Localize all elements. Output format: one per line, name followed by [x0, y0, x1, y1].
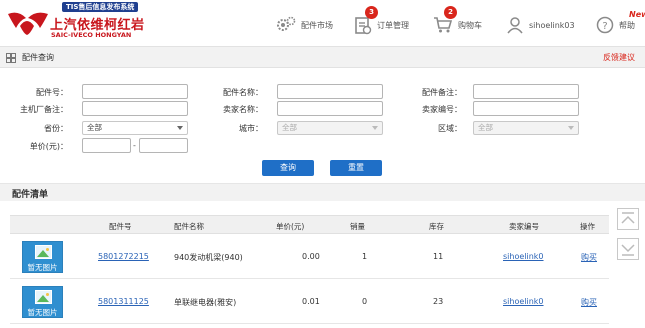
help-icon: ? [596, 16, 614, 34]
scroll-bottom-button[interactable] [617, 238, 639, 260]
price-cell: 0.00 [302, 252, 320, 261]
column-header-stock: 库存 [429, 222, 444, 231]
system-badge: TIS售后信息发布系统 [62, 2, 139, 12]
brand-name-en: SAIC-IVECO HONGYAN [51, 31, 132, 39]
nav-parts-market-label: 配件市场 [301, 20, 333, 30]
page-toolbar: 配件查询 反馈建议 [0, 46, 645, 68]
table-row: 暂无图片 5801272215 940发动机梁(940) 0.00 1 11 s… [10, 235, 609, 279]
area-label: 区域： [438, 124, 462, 133]
seller-no-link[interactable]: sihoelink0 [503, 297, 544, 306]
chevron-down-icon [621, 244, 635, 256]
stock-cell: 23 [433, 297, 444, 306]
part-no-link[interactable]: 5801311125 [98, 297, 149, 306]
price-min-input[interactable] [82, 138, 131, 153]
oem-note-input[interactable] [82, 101, 188, 116]
price-label: 单价(元)： [29, 142, 68, 151]
reset-button[interactable]: 重置 [330, 160, 382, 176]
seller-no-input[interactable] [473, 101, 579, 116]
part-no-input[interactable] [82, 84, 188, 99]
part-note-label: 配件备注： [422, 88, 462, 97]
part-name-label: 配件名称： [223, 88, 263, 97]
part-name-cell: 940发动机梁(940) [174, 253, 243, 262]
chevron-down-icon [372, 126, 378, 130]
province-label: 省份： [44, 124, 68, 133]
nav-user-account[interactable]: sihoelink03 [506, 14, 575, 36]
buy-link[interactable]: 购买 [581, 297, 597, 308]
page-title: 配件查询 [22, 53, 54, 62]
province-select[interactable]: 全部 [82, 121, 188, 135]
column-header-seller-no: 卖家编号 [509, 222, 539, 231]
chevron-up-icon [621, 212, 635, 224]
gears-icon [277, 16, 296, 31]
part-no-label: 配件号： [36, 88, 68, 97]
hongyan-logo-icon [8, 12, 48, 35]
no-image-label: 暂无图片 [27, 308, 58, 317]
no-image-thumbnail[interactable]: 暂无图片 [22, 241, 63, 273]
oem-note-label: 主机厂备注： [20, 105, 68, 114]
no-image-label: 暂无图片 [27, 263, 58, 272]
part-name-input[interactable] [277, 84, 383, 99]
chevron-down-icon [568, 126, 574, 130]
parts-list-header: 配件清单 [0, 183, 645, 201]
area-select[interactable]: 全部 [473, 121, 579, 135]
chevron-down-icon [177, 126, 183, 130]
cart-count-badge: 2 [444, 6, 457, 19]
search-button[interactable]: 查询 [262, 160, 314, 176]
sales-cell: 1 [362, 252, 368, 261]
nav-parts-market[interactable]: 配件市场 [276, 14, 333, 36]
table-header: 配件号 配件名称 单价(元) 销量 库存 卖家编号 操作 [10, 215, 609, 234]
province-select-value: 全部 [87, 123, 102, 132]
price-max-input[interactable] [139, 138, 188, 153]
brand-logo[interactable]: TIS售后信息发布系统 上汽依维柯红岩 SAIC-IVECO HONGYAN [6, 2, 176, 42]
part-name-cell: 单联继电器(雅安) [174, 298, 237, 307]
nav-shopping-cart-label: 购物车 [458, 20, 482, 30]
column-header-action: 操作 [580, 222, 595, 231]
seller-name-input[interactable] [277, 101, 383, 116]
table-row: 暂无图片 5801311125 单联继电器(雅安) 0.01 0 23 siho… [10, 280, 609, 324]
image-placeholder-icon [35, 245, 52, 259]
price-cell: 0.01 [302, 297, 320, 306]
seller-no-label: 卖家编号： [422, 105, 462, 114]
nav-order-management[interactable]: 订单管理 [354, 14, 409, 36]
nav-order-management-label: 订单管理 [377, 20, 409, 30]
username-label: sihoelink03 [529, 20, 575, 30]
parts-list-title: 配件清单 [12, 190, 49, 200]
grid-icon [6, 53, 16, 63]
area-select-value: 全部 [478, 123, 493, 132]
part-note-input[interactable] [473, 84, 579, 99]
feedback-link[interactable]: 反馈建议 [603, 52, 635, 63]
nav-shopping-cart[interactable]: 购物车 [433, 14, 482, 36]
new-tag: New [629, 10, 645, 19]
city-label: 城市： [239, 124, 263, 133]
column-header-sales: 销量 [350, 222, 365, 231]
image-placeholder-icon [35, 290, 52, 304]
user-icon [507, 17, 523, 34]
seller-no-link[interactable]: sihoelink0 [503, 252, 544, 261]
stock-cell: 11 [433, 252, 444, 261]
no-image-thumbnail[interactable]: 暂无图片 [22, 286, 63, 318]
column-header-part-name: 配件名称 [174, 222, 204, 231]
seller-name-label: 卖家名称： [223, 105, 263, 114]
sales-cell: 0 [362, 297, 368, 306]
city-select-value: 全部 [282, 123, 297, 132]
orders-count-badge: 3 [365, 6, 378, 19]
buy-link[interactable]: 购买 [581, 252, 597, 263]
price-range-dash: - [133, 141, 136, 150]
header: TIS售后信息发布系统 上汽依维柯红岩 SAIC-IVECO HONGYAN 配… [0, 0, 645, 46]
column-header-price: 单价(元) [276, 222, 305, 231]
scroll-top-button[interactable] [617, 208, 639, 230]
column-header-part-no: 配件号 [109, 222, 132, 231]
part-no-link[interactable]: 5801272215 [98, 252, 149, 261]
city-select[interactable]: 全部 [277, 121, 383, 135]
nav-help-label: 帮助 [619, 20, 635, 30]
svg-text:?: ? [602, 21, 607, 32]
